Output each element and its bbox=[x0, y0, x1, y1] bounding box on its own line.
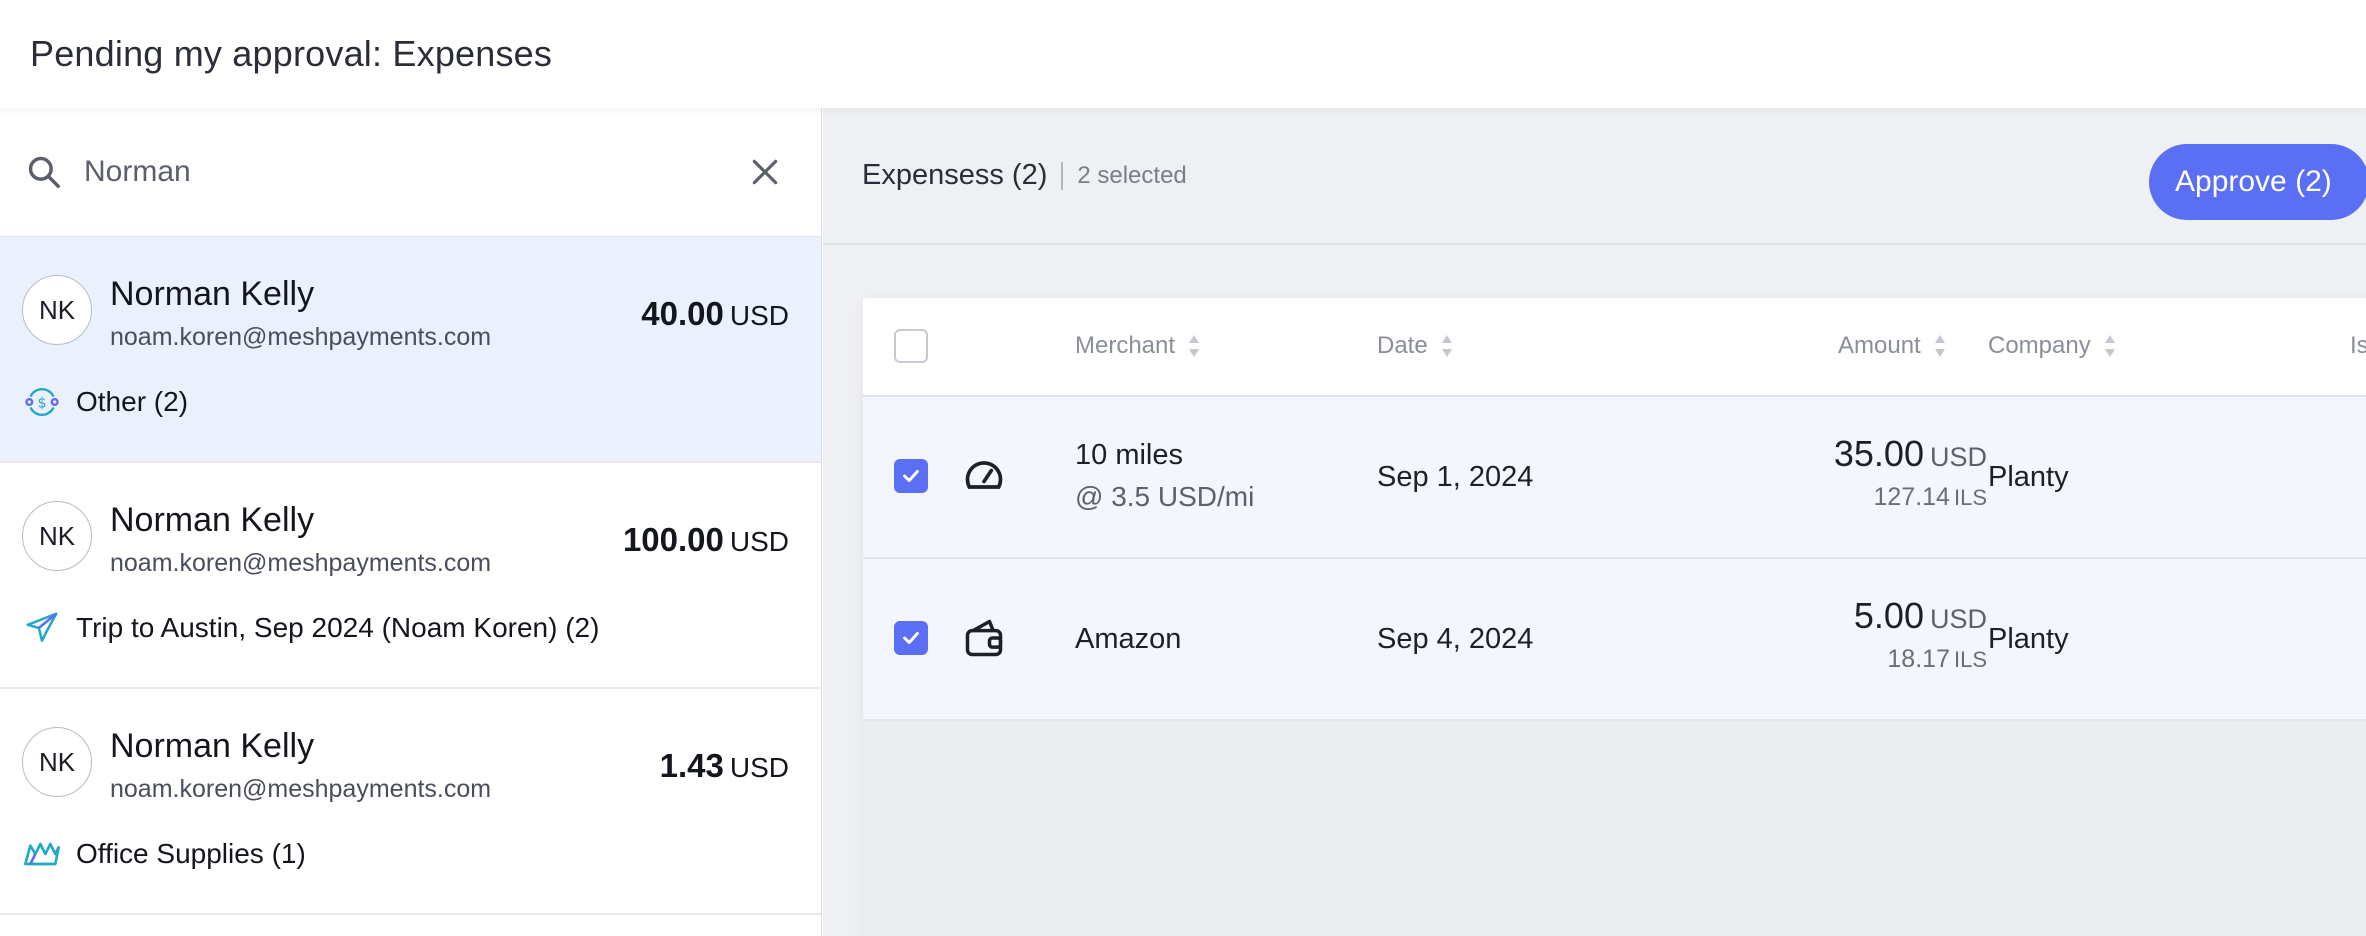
amount-currency: USD bbox=[1929, 442, 1987, 472]
merchant-name: Amazon bbox=[1075, 623, 1182, 655]
sort-icon bbox=[2103, 332, 2117, 360]
amount-currency: USD bbox=[1929, 604, 1987, 634]
search-bar bbox=[0, 108, 821, 237]
approve-button[interactable]: Approve (2) bbox=[2149, 144, 2366, 220]
requester-email: noam.koren@meshpayments.com bbox=[110, 549, 492, 577]
request-amount: 40.00 USD bbox=[641, 295, 789, 333]
close-icon[interactable] bbox=[745, 152, 785, 192]
avatar: NK bbox=[22, 275, 92, 345]
request-category: $ Other (2) bbox=[22, 382, 188, 422]
column-company[interactable]: Company bbox=[1988, 332, 2117, 360]
converted-currency: ILS bbox=[1953, 485, 1987, 510]
category-label: Trip to Austin, Sep 2024 (Noam Koren) (2… bbox=[76, 612, 600, 643]
table-row[interactable]: 10 miles @ 3.5 USD/mi Sep 1, 2024 35.00 U… bbox=[863, 397, 2366, 559]
column-label: Is bbox=[2350, 332, 2366, 359]
sort-icon bbox=[1933, 332, 1947, 360]
column-extra[interactable]: Is bbox=[2350, 332, 2366, 360]
search-input[interactable] bbox=[84, 155, 684, 189]
column-label: Company bbox=[1988, 332, 2091, 359]
request-item[interactable]: NK Norman Kelly noam.koren@meshpayments.… bbox=[0, 237, 821, 463]
expense-date: Sep 4, 2024 bbox=[1377, 623, 1534, 655]
sort-icon bbox=[1440, 332, 1454, 360]
divider bbox=[1061, 161, 1064, 190]
requester-name: Norman Kelly bbox=[110, 275, 315, 313]
category-label: Other (2) bbox=[76, 386, 189, 417]
request-amount: 1.43 USD bbox=[660, 747, 789, 785]
column-label: Date bbox=[1377, 332, 1428, 359]
request-category: Trip to Austin, Sep 2024 (Noam Koren) (2… bbox=[22, 608, 599, 648]
expenses-table: Merchant Date Amount Company Is 10 miles… bbox=[863, 298, 2366, 936]
sort-icon bbox=[1187, 332, 1201, 360]
office-supplies-icon bbox=[22, 834, 62, 874]
expenses-toolbar: Expensess (2) 2 selected Approve (2) bbox=[823, 108, 2366, 245]
table-row[interactable]: Amazon Sep 4, 2024 5.00 USD 18.17 ILS Plan… bbox=[863, 559, 2366, 721]
company-name: Planty bbox=[1988, 623, 2069, 655]
row-checkbox[interactable] bbox=[894, 621, 928, 655]
column-date[interactable]: Date bbox=[1377, 332, 1454, 360]
airplane-icon bbox=[22, 608, 62, 648]
search-icon bbox=[24, 152, 64, 192]
amount-value: 1.43 bbox=[659, 747, 724, 784]
merchant-name: 10 miles bbox=[1075, 439, 1183, 471]
requests-panel: NK Norman Kelly noam.koren@meshpayments.… bbox=[0, 108, 822, 936]
converted-amount: 127.14 bbox=[1873, 483, 1950, 511]
expenses-panel: Expensess (2) 2 selected Approve (2) Mer… bbox=[823, 108, 2366, 936]
requester-name: Norman Kelly bbox=[110, 727, 315, 765]
amount-currency: USD bbox=[729, 300, 789, 331]
requester-email: noam.koren@meshpayments.com bbox=[110, 323, 492, 351]
avatar: NK bbox=[22, 727, 92, 797]
amount-value: 100.00 bbox=[622, 521, 724, 558]
speedometer-icon bbox=[961, 453, 1007, 499]
page-header: Pending my approval: Expenses bbox=[0, 0, 2366, 108]
requester-name: Norman Kelly bbox=[110, 501, 315, 539]
svg-text:$: $ bbox=[37, 396, 46, 412]
column-merchant[interactable]: Merchant bbox=[1075, 332, 1201, 360]
wallet-icon bbox=[961, 615, 1007, 661]
amount-value: 5.00 bbox=[1853, 595, 1924, 636]
merchant-detail: @ 3.5 USD/mi bbox=[1075, 481, 1255, 512]
select-all-checkbox[interactable] bbox=[894, 329, 928, 363]
converted-amount: 18.17 bbox=[1887, 645, 1950, 673]
converted-currency: ILS bbox=[1953, 647, 1987, 672]
expense-date: Sep 1, 2024 bbox=[1377, 461, 1534, 493]
row-checkbox[interactable] bbox=[894, 459, 928, 493]
expenses-count-title: Expensess (2) bbox=[862, 159, 1048, 191]
money-flow-icon: $ bbox=[22, 382, 62, 422]
column-label: Merchant bbox=[1075, 332, 1176, 359]
request-item[interactable]: NK Norman Kelly noam.koren@meshpayments.… bbox=[0, 689, 821, 915]
selected-count: 2 selected bbox=[1077, 161, 1187, 189]
page-title: Pending my approval: Expenses bbox=[30, 33, 553, 74]
avatar: NK bbox=[22, 501, 92, 571]
request-category: Office Supplies (1) bbox=[22, 834, 306, 874]
column-amount[interactable]: Amount bbox=[1838, 332, 1947, 360]
table-header: Merchant Date Amount Company Is bbox=[863, 298, 2366, 397]
request-item[interactable]: NK Norman Kelly noam.koren@meshpayments.… bbox=[0, 463, 821, 689]
amount-value: 35.00 bbox=[1833, 433, 1924, 474]
requester-email: noam.koren@meshpayments.com bbox=[110, 775, 492, 803]
amount-currency: USD bbox=[729, 526, 789, 557]
company-name: Planty bbox=[1988, 461, 2069, 493]
category-label: Office Supplies (1) bbox=[76, 838, 306, 869]
request-amount: 100.00 USD bbox=[623, 521, 789, 559]
amount-value: 40.00 bbox=[641, 295, 724, 332]
amount-currency: USD bbox=[729, 752, 789, 783]
column-label: Amount bbox=[1838, 332, 1921, 359]
